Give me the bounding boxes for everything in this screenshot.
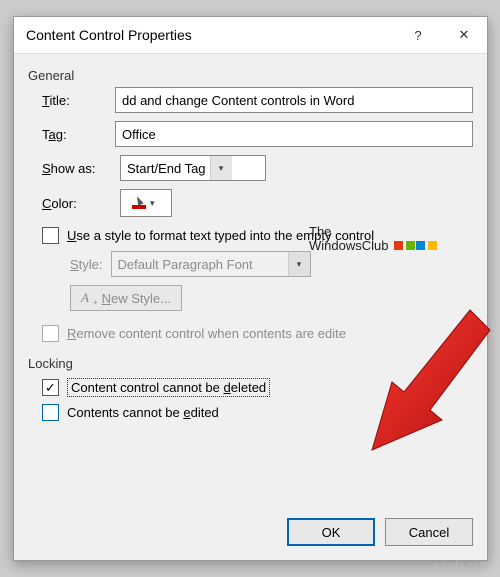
- chevron-down-icon: ▾: [288, 252, 310, 276]
- showas-select[interactable]: Start/End Tag ▾: [120, 155, 266, 181]
- tag-label: Tag:: [42, 127, 115, 142]
- style-label: Style:: [70, 257, 103, 272]
- cannot-delete-label: Content control cannot be deleted: [67, 378, 270, 397]
- section-locking: Locking: [28, 356, 473, 371]
- style-a-icon: A: [81, 290, 89, 306]
- close-button[interactable]: ✕: [441, 17, 487, 53]
- color-picker[interactable]: ▾: [120, 189, 172, 217]
- help-button[interactable]: ?: [395, 17, 441, 53]
- showas-label: Show as:: [42, 161, 120, 176]
- new-style-button: A+ New Style...: [70, 285, 182, 311]
- cancel-button[interactable]: Cancel: [385, 518, 473, 546]
- chevron-down-icon: ▾: [210, 156, 232, 180]
- windowsclub-logo: The WindowsClub: [309, 225, 416, 252]
- watermark: wsxdn.com: [433, 560, 488, 571]
- ok-button[interactable]: OK: [287, 518, 375, 546]
- button-row: OK Cancel: [287, 518, 473, 546]
- section-general: General: [28, 68, 473, 83]
- tag-input[interactable]: Office: [115, 121, 473, 147]
- titlebar: Content Control Properties ? ✕: [14, 17, 487, 54]
- remove-on-edit-checkbox: [42, 325, 59, 342]
- cannot-delete-checkbox[interactable]: ✓: [42, 379, 59, 396]
- use-style-checkbox[interactable]: [42, 227, 59, 244]
- dialog-title: Content Control Properties: [26, 27, 395, 43]
- chevron-down-icon: ▾: [150, 198, 160, 209]
- style-select: Default Paragraph Font ▾: [111, 251, 311, 277]
- title-input[interactable]: dd and change Content controls in Word: [115, 87, 473, 113]
- color-label: Color:: [42, 196, 120, 211]
- content-control-properties-dialog: Content Control Properties ? ✕ General T…: [13, 16, 488, 561]
- cannot-edit-label: Contents cannot be edited: [67, 405, 219, 420]
- pencil-icon: [132, 198, 146, 209]
- title-label: Title:: [42, 93, 115, 108]
- cannot-edit-checkbox[interactable]: [42, 404, 59, 421]
- remove-on-edit-label: Remove content control when contents are…: [67, 326, 346, 341]
